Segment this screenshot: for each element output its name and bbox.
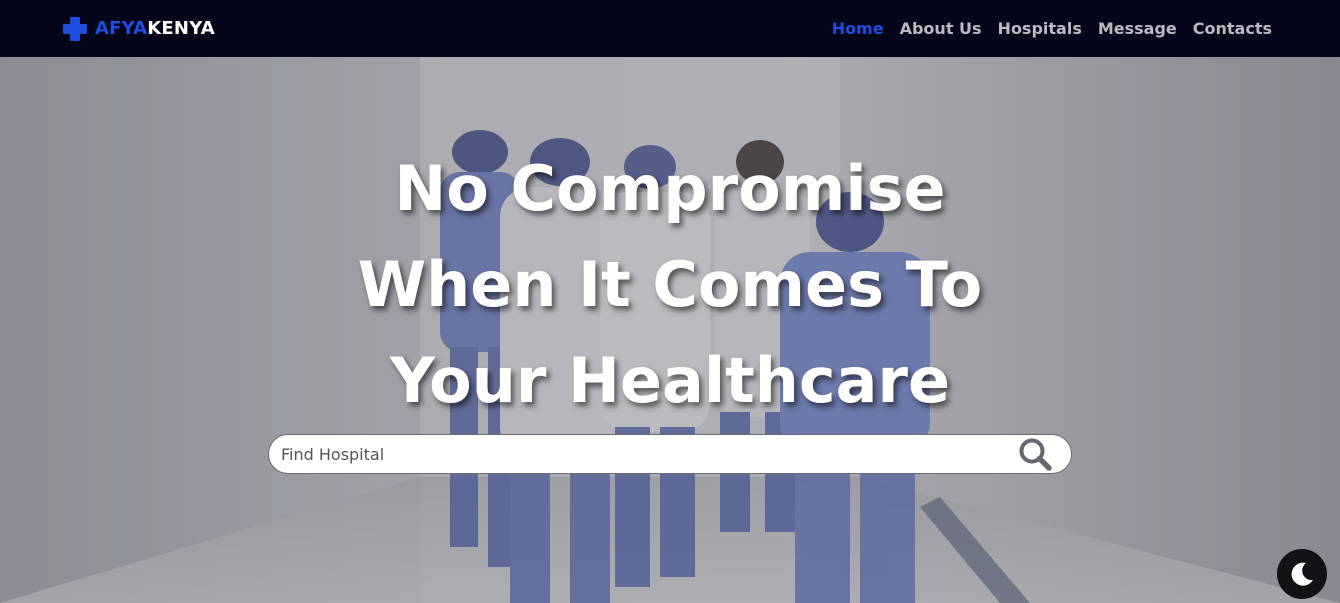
hero-title: No Compromise When It Comes To Your Heal… bbox=[357, 152, 983, 417]
nav-link-contacts[interactable]: Contacts bbox=[1193, 19, 1272, 38]
brand-name: AFYAKENYA bbox=[95, 18, 215, 39]
main-nav: Home About Us Hospitals Message Contacts bbox=[832, 19, 1272, 38]
nav-link-about-us[interactable]: About Us bbox=[900, 19, 982, 38]
hero-section: No Compromise When It Comes To Your Heal… bbox=[0, 57, 1340, 603]
brand-name-part1: AFYA bbox=[95, 18, 148, 39]
hospital-search-bar bbox=[268, 434, 1072, 474]
nav-link-message[interactable]: Message bbox=[1098, 19, 1177, 38]
brand-name-part2: KENYA bbox=[147, 18, 215, 39]
search-input[interactable] bbox=[269, 435, 1013, 473]
medical-cross-icon bbox=[63, 16, 87, 41]
moon-icon bbox=[1291, 562, 1313, 586]
navbar: AFYAKENYA Home About Us Hospitals Messag… bbox=[0, 0, 1340, 57]
nav-link-home[interactable]: Home bbox=[832, 19, 884, 38]
search-icon bbox=[1019, 438, 1052, 471]
theme-toggle-button[interactable] bbox=[1277, 549, 1327, 599]
brand-logo[interactable]: AFYAKENYA bbox=[61, 15, 215, 43]
nav-link-hospitals[interactable]: Hospitals bbox=[998, 19, 1082, 38]
search-button[interactable] bbox=[1013, 434, 1057, 474]
